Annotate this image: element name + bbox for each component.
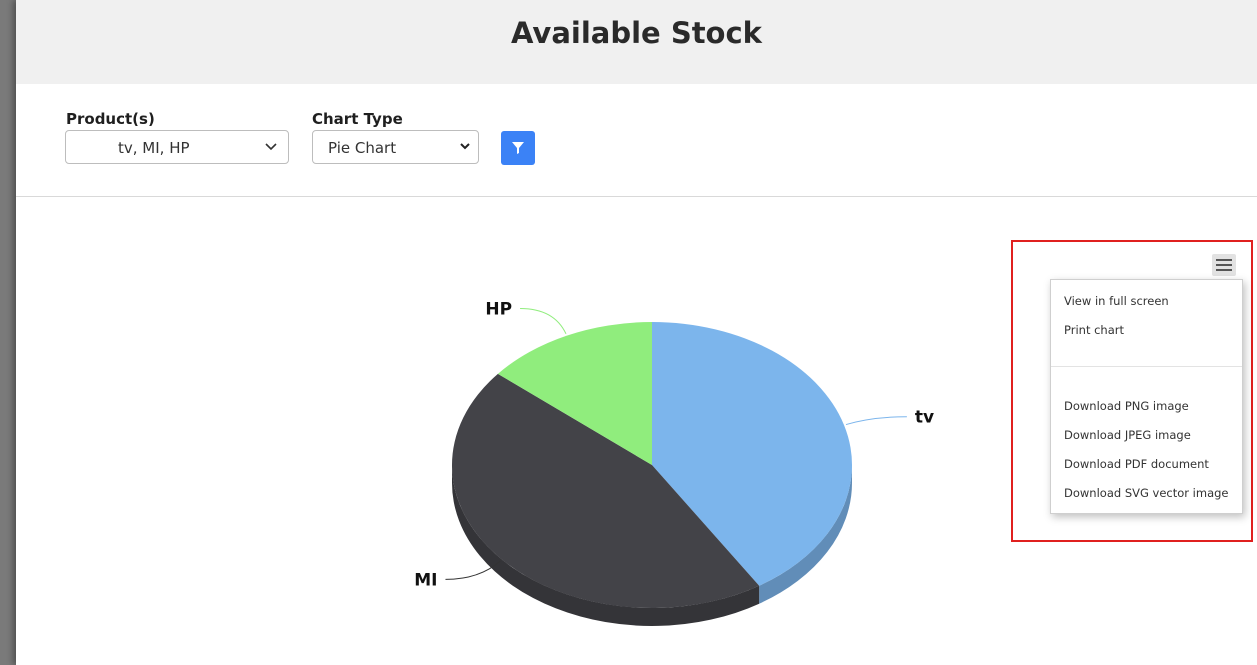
data-label-mi: MI xyxy=(414,570,437,590)
menu-item-download-pdf[interactable]: Download PDF document xyxy=(1064,457,1209,471)
menu-item-download-jpeg[interactable]: Download JPEG image xyxy=(1064,428,1191,442)
connector-hp xyxy=(520,307,567,335)
app-frame: Available Stock Product(s) tv, MI, HP Ch… xyxy=(16,0,1257,665)
menu-separator xyxy=(1051,366,1242,367)
menu-item-print-chart[interactable]: Print chart xyxy=(1064,323,1124,337)
chart-export-menu: View in full screen Print chart Download… xyxy=(1050,279,1243,514)
menu-item-download-svg[interactable]: Download SVG vector image xyxy=(1064,486,1229,500)
menu-item-download-png[interactable]: Download PNG image xyxy=(1064,399,1189,413)
menu-item-view-full-screen[interactable]: View in full screen xyxy=(1064,294,1169,308)
data-label-hp: HP xyxy=(485,299,512,319)
connector-tv xyxy=(845,416,907,426)
data-label-tv: tv xyxy=(915,408,934,428)
chart-context-menu-button[interactable] xyxy=(1212,254,1236,276)
